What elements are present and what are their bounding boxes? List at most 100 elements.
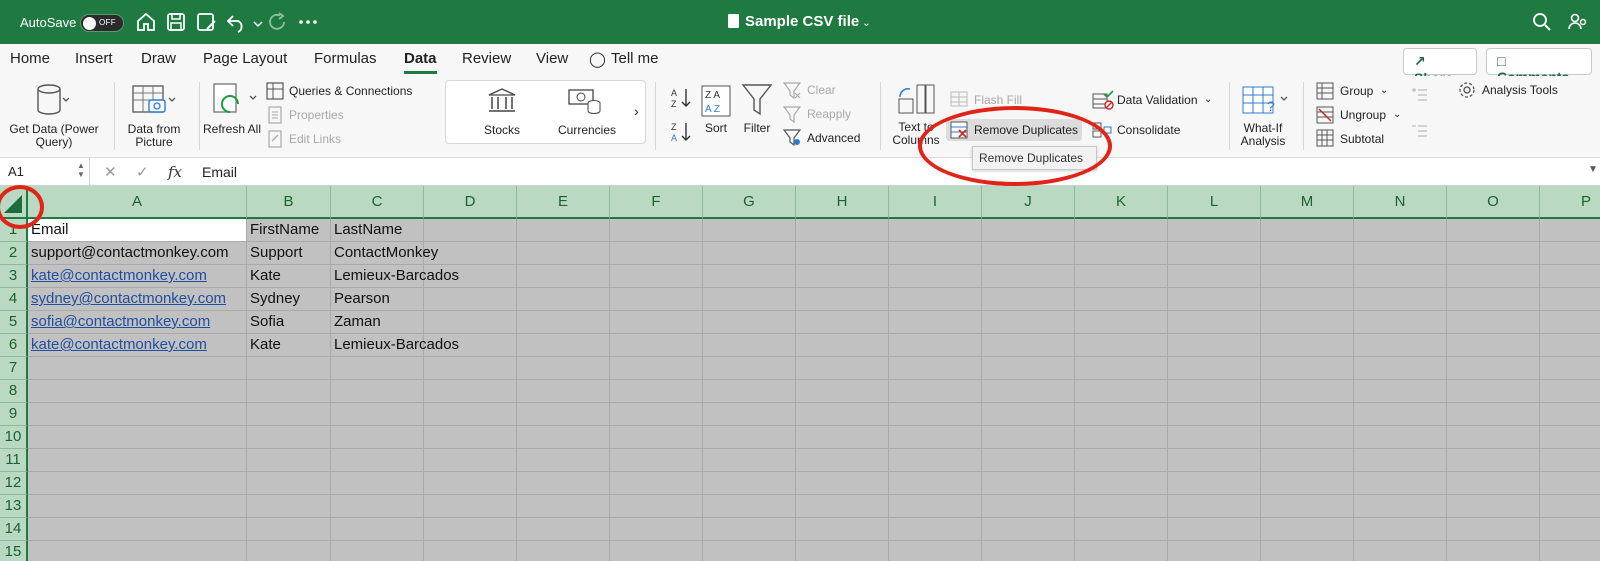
cell-h1[interactable] xyxy=(796,219,889,242)
cell-j6[interactable] xyxy=(982,334,1075,357)
cell-c6[interactable]: Lemieux-Barcados xyxy=(331,334,459,357)
cell-g14[interactable] xyxy=(703,518,796,541)
cell-d11[interactable] xyxy=(424,449,517,472)
cell-p8[interactable] xyxy=(1540,380,1600,403)
column-header-b[interactable]: B xyxy=(247,186,331,219)
stocks-button[interactable]: Stocks xyxy=(472,124,532,137)
queries-icon[interactable] xyxy=(266,82,284,100)
cell-d7[interactable] xyxy=(424,357,517,380)
cell-o10[interactable] xyxy=(1447,426,1540,449)
data-validation-icon[interactable] xyxy=(1092,90,1114,110)
cell-h5[interactable] xyxy=(796,311,889,334)
cell-c11[interactable] xyxy=(331,449,424,472)
cell-c4[interactable]: Pearson xyxy=(331,288,424,311)
cell-a1[interactable]: Email xyxy=(28,219,247,242)
data-from-picture-button[interactable]: Data from Picture xyxy=(118,123,190,149)
what-if-analysis-button[interactable]: What-If Analysis xyxy=(1234,122,1292,148)
cell-n13[interactable] xyxy=(1354,495,1447,518)
tab-page-layout[interactable]: Page Layout xyxy=(203,50,287,67)
row-header-6[interactable]: 6 xyxy=(0,334,28,357)
cell-h10[interactable] xyxy=(796,426,889,449)
cell-b2[interactable]: Support xyxy=(247,242,331,265)
cell-k1[interactable] xyxy=(1075,219,1168,242)
cell-i6[interactable] xyxy=(889,334,982,357)
cell-d4[interactable] xyxy=(424,288,517,311)
cell-m11[interactable] xyxy=(1261,449,1354,472)
cell-m14[interactable] xyxy=(1261,518,1354,541)
cell-f14[interactable] xyxy=(610,518,703,541)
row-header-2[interactable]: 2 xyxy=(0,242,28,265)
picture-table-icon[interactable] xyxy=(131,84,177,118)
cell-j9[interactable] xyxy=(982,403,1075,426)
cell-f4[interactable] xyxy=(610,288,703,311)
cell-i11[interactable] xyxy=(889,449,982,472)
cell-k3[interactable] xyxy=(1075,265,1168,288)
formula-input[interactable]: Email xyxy=(202,164,237,180)
enter-icon[interactable]: ✓ xyxy=(136,163,149,181)
save-as-icon[interactable] xyxy=(194,10,218,34)
cell-g7[interactable] xyxy=(703,357,796,380)
cell-k11[interactable] xyxy=(1075,449,1168,472)
sort-button[interactable]: Sort xyxy=(700,122,732,135)
cell-c1[interactable]: LastName xyxy=(331,219,424,242)
home-icon[interactable] xyxy=(134,10,158,34)
cell-c13[interactable] xyxy=(331,495,424,518)
cell-g3[interactable] xyxy=(703,265,796,288)
cell-n11[interactable] xyxy=(1354,449,1447,472)
cell-k2[interactable] xyxy=(1075,242,1168,265)
cell-f15[interactable] xyxy=(610,541,703,561)
cell-o5[interactable] xyxy=(1447,311,1540,334)
sort-descending-icon[interactable]: ZA xyxy=(670,120,694,144)
document-title[interactable]: Sample CSV file ⌄ xyxy=(728,13,871,30)
cell-i7[interactable] xyxy=(889,357,982,380)
filter-icon[interactable] xyxy=(741,83,773,117)
filter-button[interactable]: Filter xyxy=(739,122,775,135)
column-header-o[interactable]: O xyxy=(1447,186,1540,219)
cell-a3[interactable]: kate@contactmonkey.com xyxy=(28,265,247,288)
cell-l9[interactable] xyxy=(1168,403,1261,426)
cell-m7[interactable] xyxy=(1261,357,1354,380)
cell-l5[interactable] xyxy=(1168,311,1261,334)
undo-dropdown-icon[interactable] xyxy=(246,12,263,36)
cell-h9[interactable] xyxy=(796,403,889,426)
cell-a13[interactable] xyxy=(28,495,247,518)
cell-b6[interactable]: Kate xyxy=(247,334,331,357)
cell-p15[interactable] xyxy=(1540,541,1600,561)
cell-k15[interactable] xyxy=(1075,541,1168,561)
reapply-icon[interactable] xyxy=(783,106,801,124)
cell-f2[interactable] xyxy=(610,242,703,265)
cell-n3[interactable] xyxy=(1354,265,1447,288)
tab-home[interactable]: Home xyxy=(10,50,50,67)
row-header-10[interactable]: 10 xyxy=(0,426,28,449)
cell-a4[interactable]: sydney@contactmonkey.com xyxy=(28,288,247,311)
cell-d8[interactable] xyxy=(424,380,517,403)
cell-i2[interactable] xyxy=(889,242,982,265)
cell-m13[interactable] xyxy=(1261,495,1354,518)
cell-d12[interactable] xyxy=(424,472,517,495)
cell-j1[interactable] xyxy=(982,219,1075,242)
cell-h13[interactable] xyxy=(796,495,889,518)
autosave-toggle[interactable]: OFF xyxy=(80,14,124,32)
cell-b9[interactable] xyxy=(247,403,331,426)
cell-j15[interactable] xyxy=(982,541,1075,561)
cell-n14[interactable] xyxy=(1354,518,1447,541)
cell-e6[interactable] xyxy=(517,334,610,357)
cell-a11[interactable] xyxy=(28,449,247,472)
cell-a15[interactable] xyxy=(28,541,247,561)
cell-f12[interactable] xyxy=(610,472,703,495)
cell-n10[interactable] xyxy=(1354,426,1447,449)
cell-o6[interactable] xyxy=(1447,334,1540,357)
cell-i9[interactable] xyxy=(889,403,982,426)
cell-e10[interactable] xyxy=(517,426,610,449)
cell-b5[interactable]: Sofia xyxy=(247,311,331,334)
cell-c10[interactable] xyxy=(331,426,424,449)
cell-n7[interactable] xyxy=(1354,357,1447,380)
cell-c5[interactable]: Zaman xyxy=(331,311,424,334)
cell-p10[interactable] xyxy=(1540,426,1600,449)
formula-expand-icon[interactable]: ▼ xyxy=(1588,164,1598,175)
cell-a10[interactable] xyxy=(28,426,247,449)
get-data-button[interactable]: Get Data (Power Query) xyxy=(6,123,102,149)
cell-c12[interactable] xyxy=(331,472,424,495)
cell-n1[interactable] xyxy=(1354,219,1447,242)
tab-view[interactable]: View xyxy=(536,50,568,67)
